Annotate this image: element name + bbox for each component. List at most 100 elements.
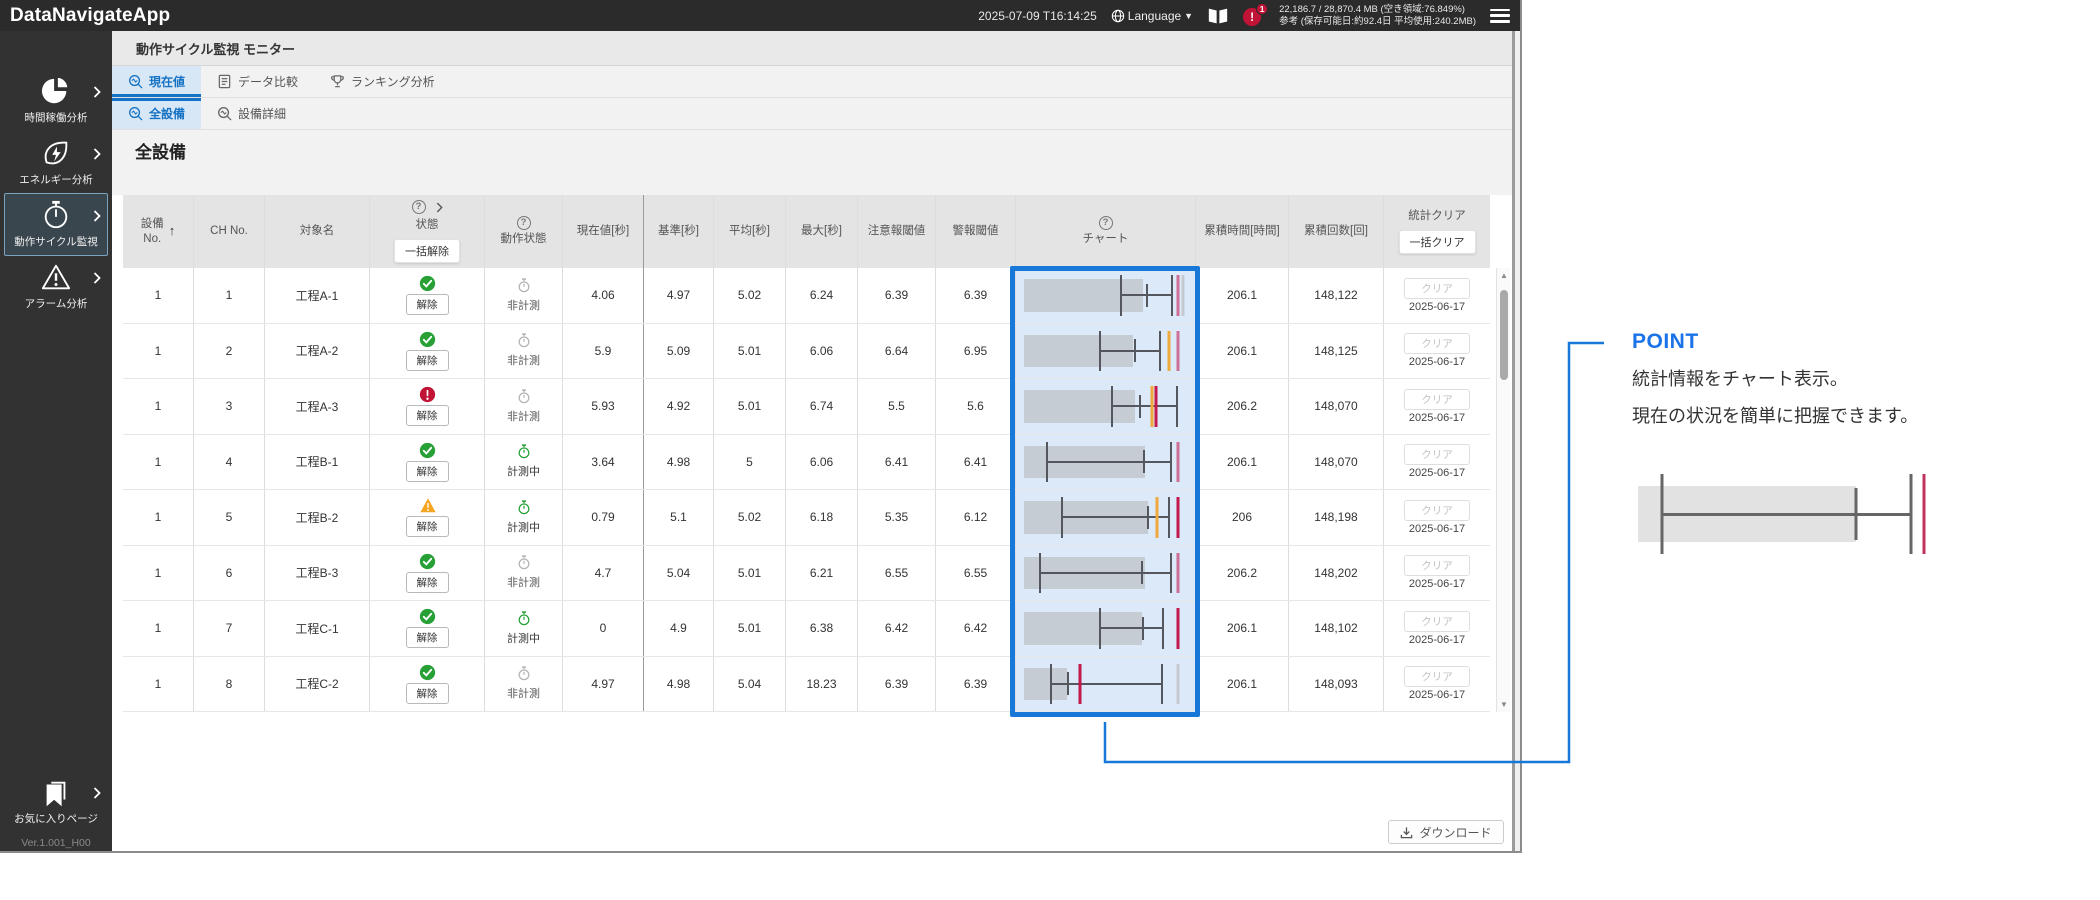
- download-button[interactable]: ダウンロード: [1388, 820, 1504, 844]
- clear-button[interactable]: クリア: [1404, 666, 1470, 687]
- tab-current-value[interactable]: 現在値: [112, 66, 201, 97]
- app-version: Ver.1.001_H00: [0, 837, 112, 849]
- cell-equip-no: 1: [123, 657, 193, 712]
- clear-button[interactable]: クリア: [1404, 555, 1470, 576]
- manual-book-icon[interactable]: [1207, 6, 1229, 26]
- release-button[interactable]: 解除: [406, 627, 449, 648]
- cell-stat-clear: クリア 2025-06-17: [1383, 379, 1490, 434]
- sidebar-item-label: お気に入りページ: [5, 811, 107, 826]
- cell-current: 3.64: [562, 435, 643, 490]
- hamburger-menu-icon[interactable]: [1490, 9, 1510, 23]
- clear-date: 2025-06-17: [1409, 523, 1465, 535]
- cell-total-count: 148,122: [1288, 268, 1383, 323]
- cell-average: 5: [713, 435, 785, 490]
- stopwatch-icon: [517, 500, 531, 518]
- subtab-equipment-detail[interactable]: 設備詳細: [201, 98, 302, 129]
- cell-motion-status: 非計測: [484, 379, 562, 434]
- release-button[interactable]: 解除: [406, 461, 449, 482]
- cell-ch-no: 5: [193, 490, 264, 545]
- box-whisker-chart: [1024, 272, 1185, 319]
- sidebar-item-alarm-analysis[interactable]: アラーム分析: [4, 255, 108, 318]
- tab-data-compare[interactable]: データ比較: [201, 66, 314, 97]
- cell-ch-no: 4: [193, 435, 264, 490]
- col-current: 現在値[秒]: [562, 195, 643, 268]
- sort-ascending-icon[interactable]: ↑: [169, 223, 176, 239]
- cell-chart: [1015, 601, 1195, 656]
- tab-ranking-analysis[interactable]: ランキング分析: [314, 66, 451, 97]
- bulk-release-button[interactable]: 一括解除: [394, 239, 460, 263]
- bulk-clear-button[interactable]: 一括クリア: [1399, 230, 1476, 254]
- annotation-line2: 現在の状況を簡単に把握できます。: [1632, 405, 1918, 428]
- chevron-right-icon[interactable]: [436, 202, 443, 213]
- motion-indicator: 非計測: [507, 333, 540, 368]
- release-button[interactable]: 解除: [406, 350, 449, 371]
- download-label: ダウンロード: [1419, 824, 1491, 841]
- release-button[interactable]: 解除: [406, 405, 449, 426]
- cell-average: 5.01: [713, 324, 785, 379]
- cell-alarm-threshold: 6.41: [935, 435, 1015, 490]
- cell-total-count: 148,125: [1288, 324, 1383, 379]
- alert-indicator[interactable]: ! 1: [1243, 5, 1265, 27]
- sidebar-item-cycle-monitoring[interactable]: 動作サイクル監視: [4, 193, 108, 256]
- annotation-line1: 統計情報をチャート表示。: [1632, 368, 1918, 391]
- scrollbar-thumb[interactable]: [1500, 290, 1508, 380]
- cell-stat-clear: クリア 2025-06-17: [1383, 324, 1490, 379]
- cell-max: 6.06: [785, 435, 857, 490]
- point-annotation: POINT 統計情報をチャート表示。 現在の状況を簡単に把握できます。: [1632, 330, 1918, 429]
- scroll-up-icon[interactable]: ▲: [1497, 271, 1511, 280]
- sidebar-item-time-analysis[interactable]: 時間稼働分析: [4, 69, 108, 132]
- cell-max: 6.18: [785, 490, 857, 545]
- status-icon: [419, 386, 436, 403]
- release-button[interactable]: 解除: [406, 294, 449, 315]
- cell-status: 解除: [369, 490, 484, 545]
- release-button[interactable]: 解除: [406, 572, 449, 593]
- sidebar-item-label: 動作サイクル監視: [5, 234, 107, 249]
- cell-status: 解除: [369, 546, 484, 601]
- motion-label: 非計測: [507, 297, 540, 313]
- tab-label: ランキング分析: [351, 73, 435, 90]
- cell-status: 解除: [369, 601, 484, 656]
- table-scrollbar[interactable]: ▲ ▼: [1496, 268, 1510, 712]
- cell-current: 4.06: [562, 268, 643, 323]
- cell-motion-status: 非計測: [484, 657, 562, 712]
- clear-button[interactable]: クリア: [1404, 500, 1470, 521]
- clear-button[interactable]: クリア: [1404, 444, 1470, 465]
- status-icon: [419, 664, 436, 681]
- cell-target-name: 工程B-3: [264, 546, 369, 601]
- help-icon[interactable]: ?: [412, 200, 426, 214]
- cell-target-name: 工程B-2: [264, 490, 369, 545]
- stopwatch-icon: [517, 389, 531, 407]
- clear-button[interactable]: クリア: [1404, 333, 1470, 354]
- cell-motion-status: 計測中: [484, 490, 562, 545]
- scroll-down-icon[interactable]: ▼: [1497, 700, 1511, 709]
- cell-chart: [1015, 268, 1195, 323]
- cell-average: 5.02: [713, 490, 785, 545]
- pie-chart-icon: [41, 76, 71, 106]
- sidebar-item-energy-analysis[interactable]: エネルギー分析: [4, 131, 108, 194]
- help-icon[interactable]: ?: [517, 216, 531, 230]
- cell-total-hours: 206.2: [1195, 379, 1288, 434]
- cell-caution-threshold: 5.35: [857, 490, 935, 545]
- clear-date: 2025-06-17: [1409, 301, 1465, 313]
- clear-button[interactable]: クリア: [1404, 278, 1470, 299]
- cell-motion-status: 計測中: [484, 435, 562, 490]
- language-selector[interactable]: Language ▼: [1111, 9, 1193, 23]
- help-icon[interactable]: ?: [1099, 216, 1113, 230]
- bookmark-icon: [41, 777, 71, 807]
- release-button[interactable]: 解除: [406, 516, 449, 537]
- cell-total-hours: 206.1: [1195, 268, 1288, 323]
- chevron-right-icon: [93, 210, 101, 222]
- point-label: POINT: [1632, 330, 1918, 354]
- cell-ch-no: 3: [193, 379, 264, 434]
- cell-caution-threshold: 5.5: [857, 379, 935, 434]
- sidebar-item-favorites[interactable]: お気に入りページ: [4, 770, 108, 833]
- cell-average: 5.01: [713, 379, 785, 434]
- cell-max: 6.06: [785, 324, 857, 379]
- clear-button[interactable]: クリア: [1404, 611, 1470, 632]
- cell-caution-threshold: 6.39: [857, 657, 935, 712]
- release-button[interactable]: 解除: [406, 683, 449, 704]
- motion-indicator: 計測中: [507, 611, 540, 646]
- subtab-all-equipment[interactable]: 全設備: [112, 98, 201, 129]
- cell-motion-status: 計測中: [484, 601, 562, 656]
- clear-button[interactable]: クリア: [1404, 389, 1470, 410]
